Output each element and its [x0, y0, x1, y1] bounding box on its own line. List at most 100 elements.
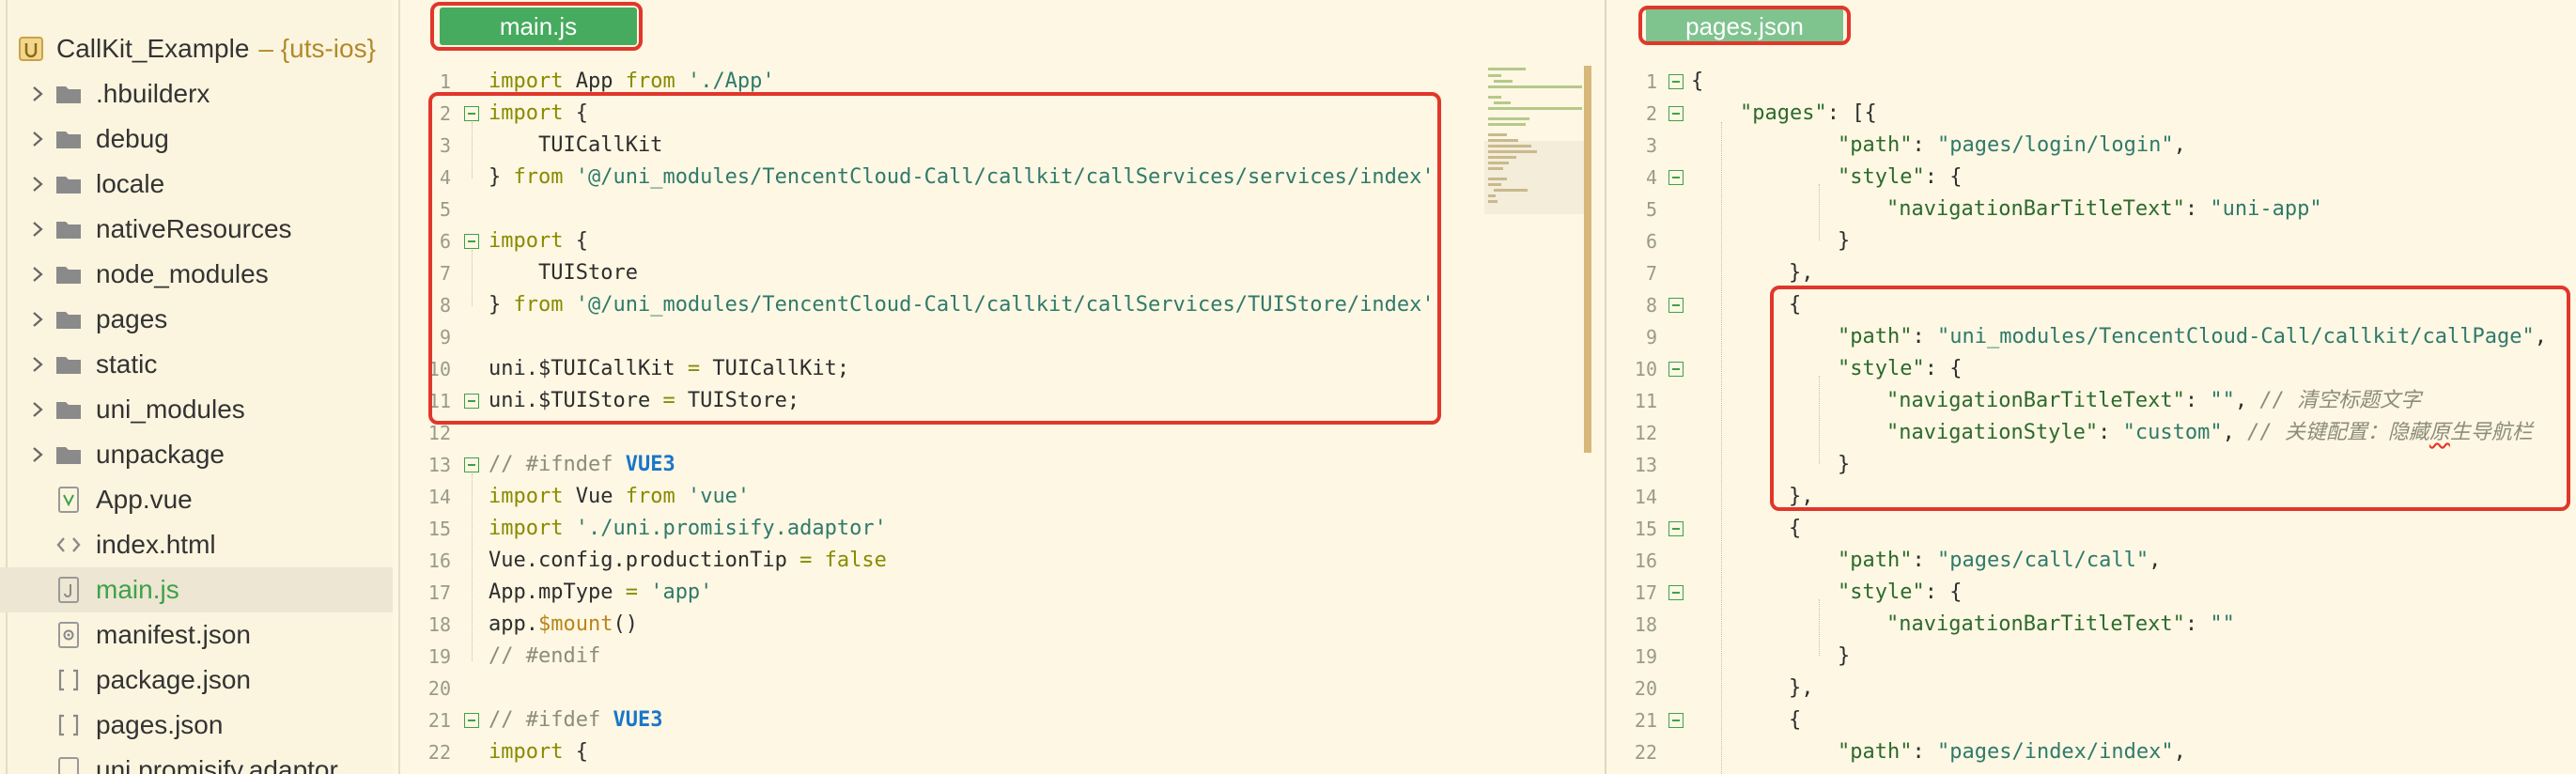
code-line[interactable]: { — [1789, 289, 1801, 321]
code-line[interactable]: "path": "pages/call/call", — [1838, 545, 2161, 577]
code-line[interactable]: } — [1838, 225, 1850, 257]
line-number: 22 — [1634, 741, 1657, 764]
code-line[interactable]: }, — [1789, 257, 1814, 289]
code-line[interactable]: App.mpType = 'app' — [489, 577, 712, 609]
chevron-right-icon[interactable] — [28, 130, 47, 148]
code-line[interactable]: import { — [489, 225, 588, 257]
tree-item-static[interactable]: static — [0, 342, 393, 387]
fold-toggle-icon[interactable] — [1668, 362, 1684, 377]
tree-item-manifest-json[interactable]: manifest.json — [0, 612, 393, 658]
project-root[interactable]: CallKit_Example – {uts-ios} — [0, 26, 393, 71]
code-line[interactable]: { — [1789, 513, 1801, 545]
tree-item-label: manifest.json — [96, 620, 251, 649]
fold-toggle-icon[interactable] — [1668, 521, 1684, 536]
code-line[interactable]: "path": "uni_modules/TencentCloud-Call/c… — [1838, 321, 2547, 353]
tab-pages-json[interactable]: pages.json — [1646, 8, 1843, 45]
editor-split-separator[interactable] — [1605, 0, 1606, 774]
code-line[interactable]: "style": { — [1838, 162, 1962, 194]
code-line[interactable]: // #ifdef VUE3 — [489, 704, 662, 736]
code-line[interactable]: TUICallKit — [489, 130, 662, 162]
line-number: 1 — [1645, 70, 1657, 93]
code-line[interactable]: // #ifndef VUE3 — [489, 449, 675, 481]
tree-item-label: locale — [96, 169, 165, 198]
code-line[interactable]: uni.$TUICallKit = TUICallKit; — [489, 353, 849, 385]
chevron-right-icon[interactable] — [28, 265, 47, 284]
tree-item-pages-json[interactable]: pages.json — [0, 703, 393, 748]
code-line[interactable]: } — [1838, 449, 1850, 481]
fold-toggle-icon[interactable] — [464, 234, 479, 249]
chevron-right-icon[interactable] — [28, 310, 47, 329]
code-line[interactable]: import Vue from 'vue' — [489, 481, 750, 513]
minimap[interactable] — [1484, 66, 1588, 774]
fold-toggle-icon[interactable] — [464, 394, 479, 409]
chevron-right-icon[interactable] — [28, 400, 47, 419]
json-file-icon — [58, 669, 79, 691]
chevron-right-icon[interactable] — [28, 445, 47, 464]
code-line[interactable]: import './uni.promisify.adaptor' — [489, 513, 887, 545]
fold-toggle-icon[interactable] — [1668, 585, 1684, 600]
code-line[interactable]: } from '@/uni_modules/TencentCloud-Call/… — [489, 162, 1435, 194]
tree-item-index-html[interactable]: index.html — [0, 522, 393, 567]
fold-toggle-icon[interactable] — [464, 713, 479, 728]
tree-item-unpackage[interactable]: unpackage — [0, 432, 393, 477]
tab-main-js[interactable]: main.js — [440, 8, 637, 45]
code-line[interactable]: import App from './App' — [489, 66, 775, 98]
fold-toggle-icon[interactable] — [464, 457, 479, 472]
tree-item-pages[interactable]: pages — [0, 297, 393, 342]
vertical-scrollbar[interactable] — [1584, 66, 1591, 453]
code-line[interactable]: import { — [489, 736, 588, 768]
editor-pages-json[interactable]: pages.json 1 2 3 4 5 6 7 8 9 10 11 12 13… — [1616, 0, 2576, 774]
code-line[interactable]: app.$mount() — [489, 609, 638, 641]
tree-item-app-vue[interactable]: App.vue — [0, 477, 393, 522]
tree-item-locale[interactable]: locale — [0, 162, 393, 207]
tree-item-main-js[interactable]: main.js — [0, 567, 393, 612]
code-line[interactable]: "navigationStyle": "custom", // 关键配置：隐藏原… — [1886, 417, 2533, 449]
fold-toggle-icon[interactable] — [1668, 298, 1684, 313]
code-line[interactable]: } from '@/uni_modules/TencentCloud-Call/… — [489, 289, 1435, 321]
tree-item-node-modules[interactable]: node_modules — [0, 252, 393, 297]
code-line[interactable]: "pages": [{ — [1740, 98, 1877, 130]
line-number: 2 — [439, 102, 451, 125]
line-number: 12 — [427, 422, 451, 444]
fold-toggle-icon[interactable] — [464, 106, 479, 121]
editor-main-js[interactable]: main.js 1 2 3 4 5 6 7 8 9 10 11 12 13 14… — [410, 0, 1591, 774]
code-line[interactable]: // #endif — [489, 641, 600, 673]
spellcheck-warning[interactable]: 原 — [2429, 421, 2450, 444]
code-line[interactable]: import { — [489, 98, 588, 130]
identifier: TUICallKit; — [700, 357, 850, 380]
tree-item-nativeresources[interactable]: nativeResources — [0, 207, 393, 252]
tree-item-label: debug — [96, 124, 169, 153]
fold-toggle-icon[interactable] — [1668, 170, 1684, 185]
sidebar-separator[interactable] — [398, 0, 400, 774]
fold-toggle-icon[interactable] — [1668, 713, 1684, 728]
code-line[interactable]: }, — [1789, 481, 1814, 513]
code-line[interactable]: Vue.config.productionTip = false — [489, 545, 887, 577]
tree-item-uni-promisify-adaptor[interactable]: uni.promisify.adaptor — [0, 748, 393, 774]
chevron-right-icon[interactable] — [28, 175, 47, 194]
tree-item-debug[interactable]: debug — [0, 116, 393, 162]
code-line[interactable]: } — [1838, 641, 1850, 673]
code-line[interactable]: "path": "pages/index/index", — [1838, 736, 2186, 768]
comment: // 清空标题文字 — [2259, 389, 2422, 412]
chevron-right-icon[interactable] — [28, 355, 47, 374]
fold-toggle-icon[interactable] — [1668, 74, 1684, 89]
code-line[interactable]: "style": { — [1838, 577, 1962, 609]
tree-item-uni-modules[interactable]: uni_modules — [0, 387, 393, 432]
tree-item-package-json[interactable]: package.json — [0, 658, 393, 703]
code-line[interactable]: "navigationBarTitleText": "uni-app" — [1886, 194, 2322, 225]
fold-toggle-icon[interactable] — [1668, 106, 1684, 121]
code-line[interactable]: "style": { — [1838, 353, 1962, 385]
code-line[interactable]: { — [1691, 66, 1703, 98]
chevron-right-icon[interactable] — [28, 85, 47, 103]
code-line[interactable]: "navigationBarTitleText": "" — [1886, 609, 2235, 641]
chevron-right-icon[interactable] — [28, 220, 47, 239]
code-line[interactable]: }, — [1789, 673, 1814, 704]
keyword: from — [513, 293, 564, 317]
js-file-icon — [58, 577, 79, 603]
tree-item-hbuilderx[interactable]: .hbuilderx — [0, 71, 393, 116]
code-line[interactable]: uni.$TUIStore = TUIStore; — [489, 385, 799, 417]
code-line[interactable]: TUIStore — [489, 257, 638, 289]
code-line[interactable]: "path": "pages/login/login", — [1838, 130, 2186, 162]
code-line[interactable]: "navigationBarTitleText": "", // 清空标题文字 — [1886, 385, 2421, 417]
code-line[interactable]: { — [1789, 704, 1801, 736]
